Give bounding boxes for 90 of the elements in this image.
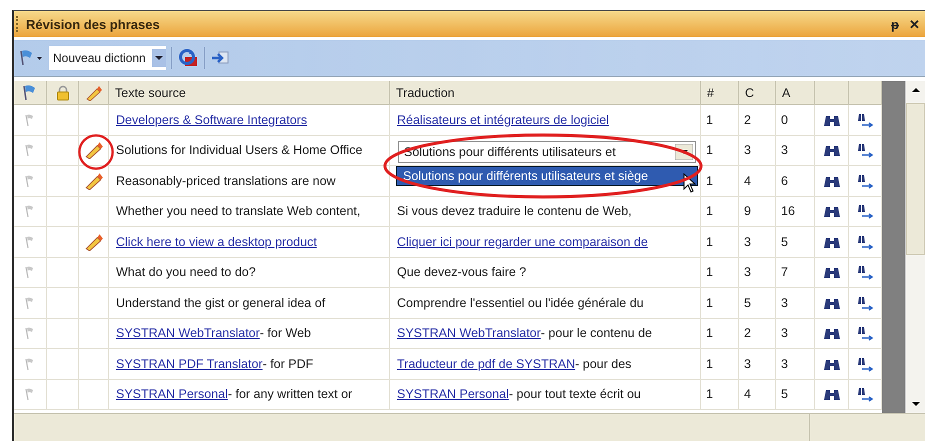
a-value: 3 [781, 356, 788, 371]
binoculars-icon[interactable] [822, 387, 840, 402]
c-value: 2 [744, 112, 751, 127]
column-header[interactable]: Texte source [109, 81, 390, 105]
source-text: Solutions for Individual Users & Home Office [116, 143, 362, 158]
a-value: 5 [781, 234, 788, 249]
count-value: 1 [706, 112, 713, 127]
flag-dropdown-icon[interactable] [18, 49, 44, 67]
column-header[interactable]: C [739, 81, 776, 105]
a-value: 6 [781, 174, 788, 188]
c-value: 9 [744, 204, 751, 218]
binoculars-icon[interactable] [822, 326, 840, 340]
link[interactable]: SYSTRAN Personal [116, 387, 228, 402]
count-value: 1 [706, 387, 713, 402]
link[interactable]: Click here to view a desktop product [116, 234, 317, 249]
source-text: - for any written text or [228, 387, 352, 402]
column-header[interactable]: # [701, 81, 739, 105]
link[interactable]: SYSTRAN WebTranslator [116, 326, 260, 340]
translation-text: Comprendre l'essentiel ou l'idée générale du [397, 296, 644, 310]
source-text: Understand the gist or general idea of [116, 296, 326, 310]
translation-text: - pour des [575, 356, 632, 371]
c-value: 2 [744, 326, 751, 340]
c-value: 3 [744, 143, 751, 158]
dropdown-option[interactable]: Solutions pour différents utilisateurs et siège [396, 166, 698, 186]
source-text: - for Web [260, 326, 311, 340]
pencil-icon [84, 172, 104, 190]
panel-title: Révision des phrases [26, 16, 160, 32]
dictionary-dropdown[interactable]: Nouveau dictionn [49, 46, 166, 70]
find-next-icon[interactable] [856, 356, 874, 372]
highlight-ellipse [77, 132, 115, 172]
binoculars-icon[interactable] [822, 204, 840, 218]
source-text: Reasonably-priced translations are now [116, 174, 336, 188]
c-value: 5 [744, 296, 751, 310]
pencil-icon [84, 84, 102, 100]
c-value: 3 [744, 234, 751, 249]
count-value: 1 [706, 204, 713, 218]
source-text: What do you need to do? [116, 265, 256, 280]
a-value: 3 [781, 143, 788, 158]
count-value: 1 [706, 174, 713, 188]
pencil-icon [84, 141, 104, 160]
binoculars-icon[interactable] [822, 265, 840, 280]
translation-text: Que devez-vous faire ? [397, 265, 526, 280]
c-value: 3 [744, 265, 751, 280]
count-value: 1 [706, 326, 713, 340]
count-value: 1 [706, 296, 713, 310]
find-next-icon[interactable] [856, 234, 874, 250]
link[interactable]: SYSTRAN PDF Translator [116, 356, 263, 371]
c-value: 4 [744, 387, 751, 402]
a-value: 3 [781, 326, 788, 340]
count-value: 1 [706, 265, 713, 280]
mouse-cursor-icon [683, 172, 697, 192]
link[interactable]: Réalisateurs et intégrateurs de logiciel [397, 112, 609, 127]
column-header[interactable]: Traduction [390, 81, 701, 105]
a-value: 7 [781, 265, 788, 280]
find-next-icon[interactable] [856, 264, 874, 280]
count-value: 1 [706, 234, 713, 249]
link[interactable]: SYSTRAN Personal [397, 387, 509, 402]
refresh-icon[interactable] [176, 48, 199, 68]
source-text: Whether you need to translate Web content, [116, 204, 360, 218]
link[interactable]: Developers & Software Integrators [116, 112, 308, 127]
pencil-icon [84, 232, 104, 251]
find-next-icon[interactable] [856, 294, 874, 311]
translation-text: - pour le contenu de [540, 326, 652, 340]
find-next-icon[interactable] [856, 142, 874, 158]
column-header[interactable]: A [776, 81, 815, 105]
pin-button[interactable]: ᵽ [888, 16, 902, 32]
find-next-icon[interactable] [856, 386, 874, 402]
c-value: 4 [744, 174, 751, 188]
lock-icon [56, 84, 70, 100]
source-text: - for PDF [262, 356, 314, 371]
a-value: 5 [781, 387, 788, 402]
scrollbar[interactable] [905, 81, 925, 413]
c-value: 3 [744, 356, 751, 371]
link[interactable]: Traducteur de pdf de SYSTRAN [397, 356, 576, 371]
link[interactable]: SYSTRAN WebTranslator [397, 326, 541, 340]
find-next-icon[interactable] [856, 203, 874, 220]
find-next-icon[interactable] [856, 325, 874, 342]
translation-combo-box[interactable]: Solutions pour différents utilisateurs et [398, 140, 696, 162]
close-button[interactable]: ✕ [906, 16, 923, 32]
translation-text: Si vous devez traduire le contenu de Web, [397, 204, 632, 218]
count-value: 1 [706, 356, 713, 371]
find-next-icon[interactable] [856, 172, 874, 189]
translation-text: - pour tout texte écrit ou [508, 387, 641, 402]
link[interactable]: Cliquer ici pour regarder une comparaison de [397, 234, 648, 249]
count-value: 1 [706, 143, 713, 158]
a-value: 16 [781, 204, 795, 218]
find-next-icon[interactable] [856, 112, 874, 128]
binoculars-icon[interactable] [822, 143, 840, 158]
a-value: 3 [781, 296, 788, 310]
a-value: 0 [781, 112, 788, 127]
